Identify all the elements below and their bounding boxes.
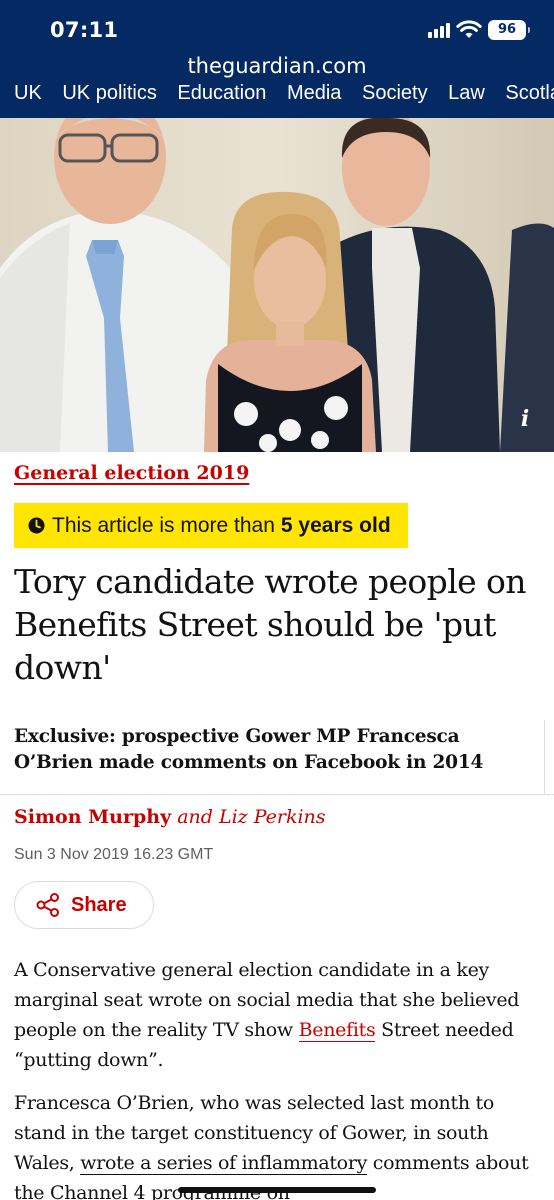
byline-and: and (177, 806, 213, 828)
meta-divider (0, 794, 554, 795)
battery-indicator: 96 (488, 20, 530, 40)
inline-link[interactable]: Benefits (298, 1019, 376, 1042)
standfirst-rule (544, 720, 545, 794)
age-notice-text: This article is more than (52, 513, 275, 537)
nav-item-scotland[interactable]: Scotland (505, 82, 554, 105)
article-standfirst: Exclusive: prospective Gower MP Francesc… (14, 726, 484, 773)
section-nav: UK UK politics Education Media Society L… (14, 82, 554, 105)
url-bar[interactable]: theguardian.com (0, 54, 554, 78)
hero-photo (0, 118, 554, 452)
nav-item-education[interactable]: Education (177, 82, 266, 105)
nav-item-law[interactable]: Law (448, 82, 485, 105)
nav-item-society[interactable]: Society (362, 82, 428, 105)
share-icon (36, 893, 59, 917)
age-notice-emphasis: 5 years old (280, 513, 391, 537)
clock-icon (28, 517, 45, 534)
browser-chrome: 07:11 96 theguardian.com UK UK politics … (0, 0, 554, 118)
body-paragraph: Francesca O’Brien, who was selected last… (14, 1088, 544, 1200)
status-time: 07:11 (50, 18, 119, 42)
home-indicator[interactable] (178, 1187, 376, 1193)
publish-date: Sun 3 Nov 2019 16.23 GMT (14, 846, 214, 863)
article-age-notice: This article is more than 5 years old (14, 503, 408, 548)
author-link[interactable]: Liz Perkins (219, 806, 326, 828)
nav-item-uk[interactable]: UK (14, 82, 42, 105)
section-kicker[interactable]: General election 2019 (14, 462, 249, 484)
body-paragraph: A Conservative general election candidat… (14, 955, 544, 1075)
author-link[interactable]: Simon Murphy (14, 806, 171, 828)
share-label: Share (71, 893, 127, 916)
signal-icon (428, 22, 450, 38)
inline-link[interactable]: wrote a series of inflammatory (80, 1152, 367, 1175)
image-info-icon[interactable]: i (512, 406, 538, 436)
article-headline: Tory candidate wrote people on Benefits … (14, 562, 527, 687)
status-icons: 96 (428, 19, 530, 41)
nav-item-media[interactable]: Media (287, 82, 341, 105)
article-body: A Conservative general election candidat… (14, 955, 544, 1200)
nav-item-uk-politics[interactable]: UK politics (62, 82, 156, 105)
byline: Simon Murphy and Liz Perkins (14, 806, 326, 828)
share-button[interactable]: Share (14, 881, 154, 929)
wifi-icon (456, 20, 482, 38)
hero-image[interactable]: i (0, 118, 554, 452)
status-bar: 07:11 96 (0, 0, 554, 54)
